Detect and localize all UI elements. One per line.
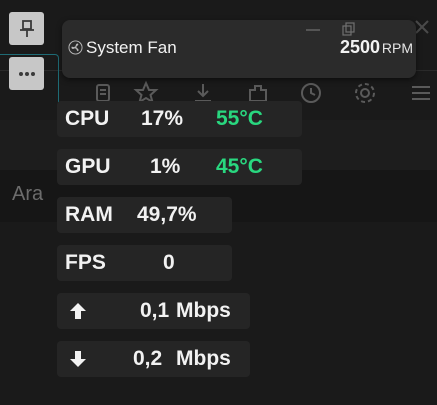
upload-speed-unit: Mbps <box>176 299 231 322</box>
copy-icon <box>342 22 355 36</box>
download-stat-row: 0,2 Mbps <box>57 341 250 377</box>
cpu-temperature: 55°C <box>216 107 263 130</box>
download-speed-unit: Mbps <box>176 347 231 370</box>
cpu-usage: 17% <box>141 107 184 130</box>
fan-speed-value: 2500 <box>339 37 380 57</box>
fan-speed-unit: RPM <box>381 40 413 56</box>
fps-stat-row: FPS 0 <box>57 245 232 281</box>
gpu-usage: 1% <box>150 155 181 178</box>
system-fan-card: System Fan 2500 RPM <box>62 20 416 78</box>
gpu-label: GPU <box>65 155 111 178</box>
pin-icon <box>19 19 34 37</box>
ram-label: RAM <box>65 203 113 226</box>
upload-stat-row: 0,1 Mbps <box>57 293 250 329</box>
fan-label: System Fan <box>86 38 177 57</box>
background-search-placeholder: Ara <box>12 183 44 205</box>
ram-usage: 49,7% <box>137 203 197 226</box>
arrow-down-icon <box>70 351 86 367</box>
ram-stat-row: RAM 49,7% <box>57 197 232 233</box>
cpu-stat-row: CPU 17% 55°C <box>57 101 302 137</box>
upload-speed-value: 0,1 <box>140 299 170 322</box>
cpu-label: CPU <box>65 107 110 130</box>
gpu-temperature: 45°C <box>216 155 263 178</box>
more-options-button[interactable] <box>9 57 44 90</box>
fps-value: 0 <box>163 251 175 274</box>
history-icon[interactable] <box>298 80 324 106</box>
minimize-line <box>306 29 320 31</box>
fps-label: FPS <box>65 251 106 274</box>
settings-gear-icon[interactable] <box>352 80 378 106</box>
menu-icon[interactable] <box>408 80 434 106</box>
arrow-up-icon <box>70 303 86 319</box>
download-speed-value: 0,2 <box>133 347 163 370</box>
pin-button[interactable] <box>9 12 44 45</box>
gpu-stat-row: GPU 1% 45°C <box>57 149 302 185</box>
fan-icon <box>68 40 83 55</box>
more-icon <box>18 71 35 76</box>
